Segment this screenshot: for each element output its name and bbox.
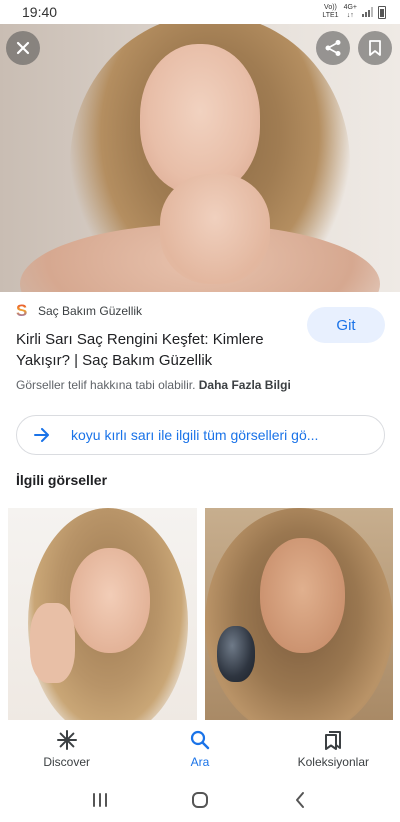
thumb-1-face — [70, 548, 150, 653]
copyright-text: Görseller telif hakkına tabi olabilir. — [16, 378, 196, 392]
recent-apps-button[interactable] — [85, 785, 115, 815]
asterisk-icon — [56, 730, 77, 750]
status-time: 19:40 — [22, 4, 58, 20]
all-images-label: koyu kırlı sarı ile ilgili tüm görseller… — [71, 427, 319, 443]
home-button[interactable] — [185, 785, 215, 815]
source-row[interactable]: S Saç Bakım Güzellik — [16, 302, 143, 319]
nav-discover-label: Discover — [43, 755, 90, 769]
related-image-2[interactable] — [205, 508, 393, 720]
source-logo: S — [16, 302, 30, 319]
bookmark-icon — [369, 40, 381, 56]
carrier-bottom: LTE1 — [322, 12, 339, 19]
home-icon — [192, 792, 208, 808]
all-images-button[interactable]: koyu kırlı sarı ile ilgili tüm görseller… — [16, 415, 385, 455]
nav-collections[interactable]: Koleksiyonlar — [267, 720, 400, 778]
system-nav — [0, 778, 400, 822]
network-bottom: ↓↑ — [346, 12, 354, 19]
thumb-2-earring — [217, 626, 255, 682]
carrier-indicator: Vo)) LTE1 — [322, 4, 338, 20]
close-button[interactable] — [6, 31, 40, 65]
thumb-1-hand — [30, 603, 75, 683]
share-icon — [325, 40, 341, 56]
thumb-2-face — [260, 538, 345, 653]
hero-hand — [160, 174, 270, 284]
nav-collections-label: Koleksiyonlar — [297, 755, 369, 769]
visit-button[interactable]: Git — [307, 307, 385, 343]
save-button[interactable] — [358, 31, 392, 65]
more-info-link[interactable]: Daha Fazla Bilgi — [199, 378, 291, 392]
hero-face — [140, 44, 260, 194]
carrier-top: Vo)) — [324, 4, 337, 11]
collections-icon — [325, 731, 342, 750]
recent-apps-icon — [93, 793, 107, 807]
hero-image[interactable] — [0, 24, 400, 292]
arrow-right-icon — [31, 424, 53, 446]
search-icon — [190, 730, 210, 750]
network-top: 4G+ — [343, 4, 357, 11]
close-icon — [16, 41, 30, 55]
network-indicator: 4G+ ↓↑ — [344, 4, 357, 20]
copyright-notice: Görseller telif hakkına tabi olabilir. D… — [16, 378, 291, 392]
nav-search-label: Ara — [190, 755, 210, 769]
related-heading: İlgili görseller — [16, 472, 108, 488]
bottom-nav: Discover Ara Koleksiyonlar — [0, 720, 400, 778]
result-title[interactable]: Kirli Sarı Saç Rengini Keşfet: Kimlere Y… — [16, 329, 286, 371]
nav-search[interactable]: Ara — [133, 720, 266, 778]
back-button[interactable] — [285, 785, 315, 815]
status-bar: 19:40 Vo)) LTE1 4G+ ↓↑ — [0, 0, 400, 24]
related-image-1[interactable] — [8, 508, 197, 720]
share-button[interactable] — [316, 31, 350, 65]
back-icon — [296, 792, 304, 808]
nav-discover[interactable]: Discover — [0, 720, 133, 778]
status-icons: Vo)) LTE1 4G+ ↓↑ — [322, 4, 386, 20]
battery-icon — [378, 5, 386, 19]
source-name: Saç Bakım Güzellik — [38, 304, 143, 318]
signal-icon — [362, 7, 373, 17]
